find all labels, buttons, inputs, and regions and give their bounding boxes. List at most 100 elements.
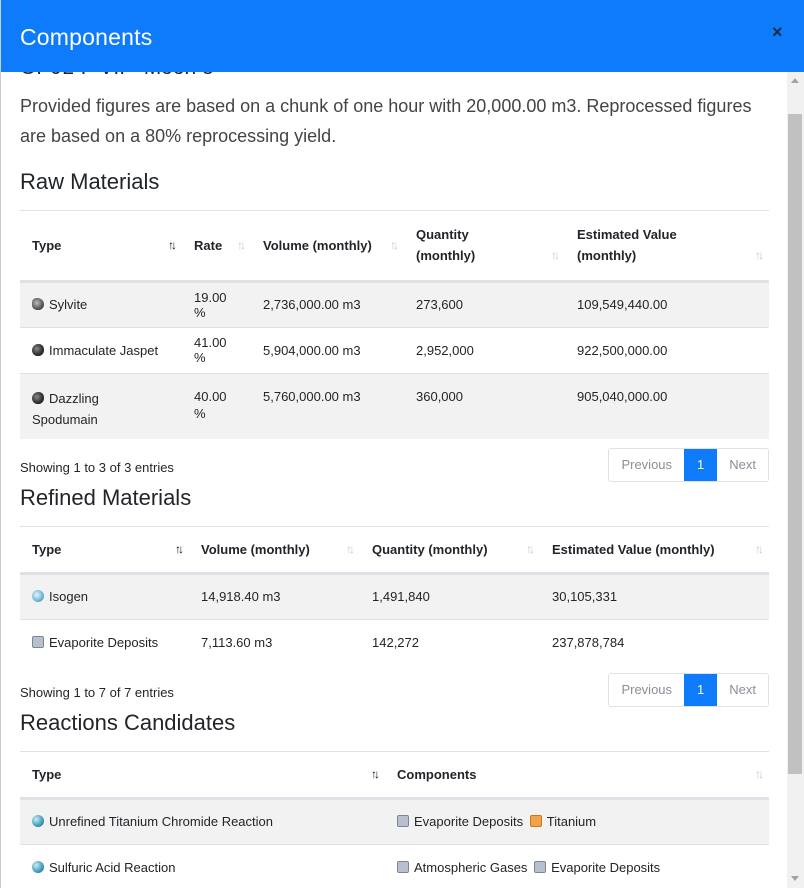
col-components[interactable]: Components ↑↓: [385, 752, 769, 800]
sort-icon: ↑↓: [175, 541, 184, 556]
reactions-table: Type ↑↓ Components ↑↓ Unrefined Titanium C…: [20, 752, 769, 888]
next-button[interactable]: Next: [717, 674, 768, 706]
evaporite-deposits-icon: [534, 860, 547, 873]
titanium-icon: [529, 815, 542, 827]
col-value[interactable]: Estimated Value (monthly) ↑↓: [540, 527, 769, 575]
row-quantity: 2,952,000: [404, 326, 565, 373]
row-volume: 5,904,000.00 m3: [251, 326, 404, 373]
raw-table-footer: Showing 1 to 3 of 3 entries Previous 1 N…: [20, 448, 769, 496]
table-row: Dazzling Spodumain 40.00 % 5,760,000.00 …: [20, 372, 769, 439]
raw-materials-heading: Raw Materials: [20, 169, 160, 194]
moon-title: OP9L-F VII - Moon 8: [20, 72, 769, 80]
col-type[interactable]: Type ↑↓: [20, 752, 385, 800]
col-type-label: Type: [32, 766, 62, 782]
row-quantity: 142,272: [360, 618, 540, 665]
row-type: Unrefined Titanium Chromide Reaction: [49, 814, 273, 829]
scroll-down-arrow-icon[interactable]: [791, 876, 799, 881]
sort-icon: ↑↓: [755, 766, 764, 781]
col-quantity[interactable]: Quantity (monthly) ↑↓: [404, 211, 565, 283]
reaction-icon: [32, 860, 44, 873]
col-rate[interactable]: Rate ↑↓: [182, 211, 251, 283]
sort-icon: ↑↓: [755, 248, 764, 263]
sort-icon: ↑↓: [390, 237, 399, 252]
col-quantity-label: Quantity (monthly): [416, 227, 476, 264]
evaporite-deposits-icon: [397, 815, 409, 827]
close-button[interactable]: ×: [772, 23, 783, 41]
col-rate-label: Rate: [194, 237, 223, 253]
pagination: Previous 1 Next: [608, 673, 769, 707]
isogen-icon: [32, 590, 44, 602]
refined-materials-table: Type ↑↓ Volume (monthly) ↑↓ Quantity (mont…: [20, 527, 769, 665]
col-quantity[interactable]: Quantity (monthly) ↑↓: [360, 527, 540, 575]
dazzling-spodumain-icon: [32, 391, 44, 404]
row-value: 922,500,000.00: [565, 326, 769, 373]
row-volume: 7,113.60 m3: [189, 618, 360, 665]
row-type: Immaculate Jaspet: [49, 342, 159, 358]
col-value-label: Estimated Value (monthly): [552, 541, 715, 557]
col-type[interactable]: Type ↑↓: [20, 527, 189, 575]
sort-icon: ↑↓: [237, 237, 246, 252]
atmospheric-gases-icon: [397, 860, 409, 873]
scroll-up-arrow-icon[interactable]: [791, 78, 799, 83]
modal-title: Components: [20, 24, 153, 50]
col-type[interactable]: Type ↑↓: [20, 211, 182, 283]
row-quantity: 360,000: [404, 372, 565, 439]
col-components-label: Components: [397, 766, 477, 782]
col-volume-label: Volume (monthly): [201, 541, 310, 557]
row-volume: 2,736,000.00 m3: [251, 281, 404, 327]
refined-table-footer: Showing 1 to 7 of 7 entries Previous 1 N…: [20, 673, 769, 721]
sort-icon: ↑↓: [755, 541, 764, 556]
immaculate-jaspet-icon: [32, 343, 44, 356]
pagination: Previous 1 Next: [608, 448, 769, 482]
table-row: Immaculate Jaspet 41.00 % 5,904,000.00 m…: [20, 326, 769, 373]
page-1-button[interactable]: 1: [684, 449, 718, 481]
row-type: Sulfuric Acid Reaction: [49, 859, 176, 875]
evaporite-deposits-icon: [32, 635, 44, 648]
entries-info: Showing 1 to 7 of 7 entries: [20, 685, 174, 700]
sylvite-icon: [32, 298, 44, 310]
col-value[interactable]: Estimated Value (monthly) ↑↓: [565, 211, 769, 283]
previous-button[interactable]: Previous: [609, 449, 685, 481]
previous-button[interactable]: Previous: [609, 674, 685, 706]
col-value-label: Estimated Value (monthly): [577, 227, 677, 264]
component-label: Evaporite Deposits: [414, 814, 524, 829]
row-value: 109,549,440.00: [565, 281, 769, 327]
row-type: Evaporite Deposits: [49, 634, 159, 650]
row-value: 30,105,331: [540, 573, 769, 619]
page-1-button[interactable]: 1: [684, 674, 718, 706]
scrollbar[interactable]: [787, 72, 804, 888]
col-volume[interactable]: Volume (monthly) ↑↓: [189, 527, 360, 575]
col-type-label: Type: [32, 237, 62, 253]
sort-icon: ↑↓: [346, 541, 355, 556]
sort-icon: ↑↓: [551, 248, 560, 263]
row-value: 237,878,784: [540, 618, 769, 665]
table-row: Sylvite 19.00 % 2,736,000.00 m3 273,600 …: [20, 281, 769, 327]
table-row: Evaporite Deposits 7,113.60 m3 142,272 2…: [20, 618, 769, 665]
component-label: Atmospheric Gases: [414, 859, 528, 875]
row-value: 905,040,000.00: [565, 372, 769, 439]
row-rate: 41.00 %: [182, 326, 251, 373]
table-row: Unrefined Titanium Chromide Reaction Eva…: [20, 798, 769, 844]
reaction-icon: [32, 815, 44, 827]
modal-body[interactable]: OP9L-F VII - Moon 8 Provided figures are…: [1, 72, 787, 888]
modal-header: Components ×: [1, 0, 804, 72]
intro-text: Provided figures are based on a chunk of…: [20, 96, 752, 146]
components-modal: Components × OP9L-F VII - Moon 8 Provide…: [0, 0, 804, 888]
raw-materials-table: Type ↑↓ Rate ↑↓ Volume (monthly) ↑↓ Quantit…: [20, 211, 769, 439]
entries-info: Showing 1 to 3 of 3 entries: [20, 460, 174, 475]
col-volume-label: Volume (monthly): [263, 237, 372, 253]
table-row: Sulfuric Acid Reaction Atmospheric Gases…: [20, 843, 769, 888]
col-volume[interactable]: Volume (monthly) ↑↓: [251, 211, 404, 283]
row-rate: 40.00 %: [182, 372, 251, 439]
component-label: Evaporite Deposits: [551, 859, 661, 875]
col-type-label: Type: [32, 541, 62, 557]
row-quantity: 1,491,840: [360, 573, 540, 619]
row-volume: 14,918.40 m3: [189, 573, 360, 619]
row-rate: 19.00 %: [182, 281, 251, 327]
row-type: Isogen: [49, 589, 89, 604]
table-row: Isogen 14,918.40 m3 1,491,840 30,105,331: [20, 573, 769, 619]
next-button[interactable]: Next: [717, 449, 768, 481]
sort-icon: ↑↓: [526, 541, 535, 556]
sort-icon: ↑↓: [168, 237, 177, 252]
scroll-thumb[interactable]: [788, 114, 802, 774]
